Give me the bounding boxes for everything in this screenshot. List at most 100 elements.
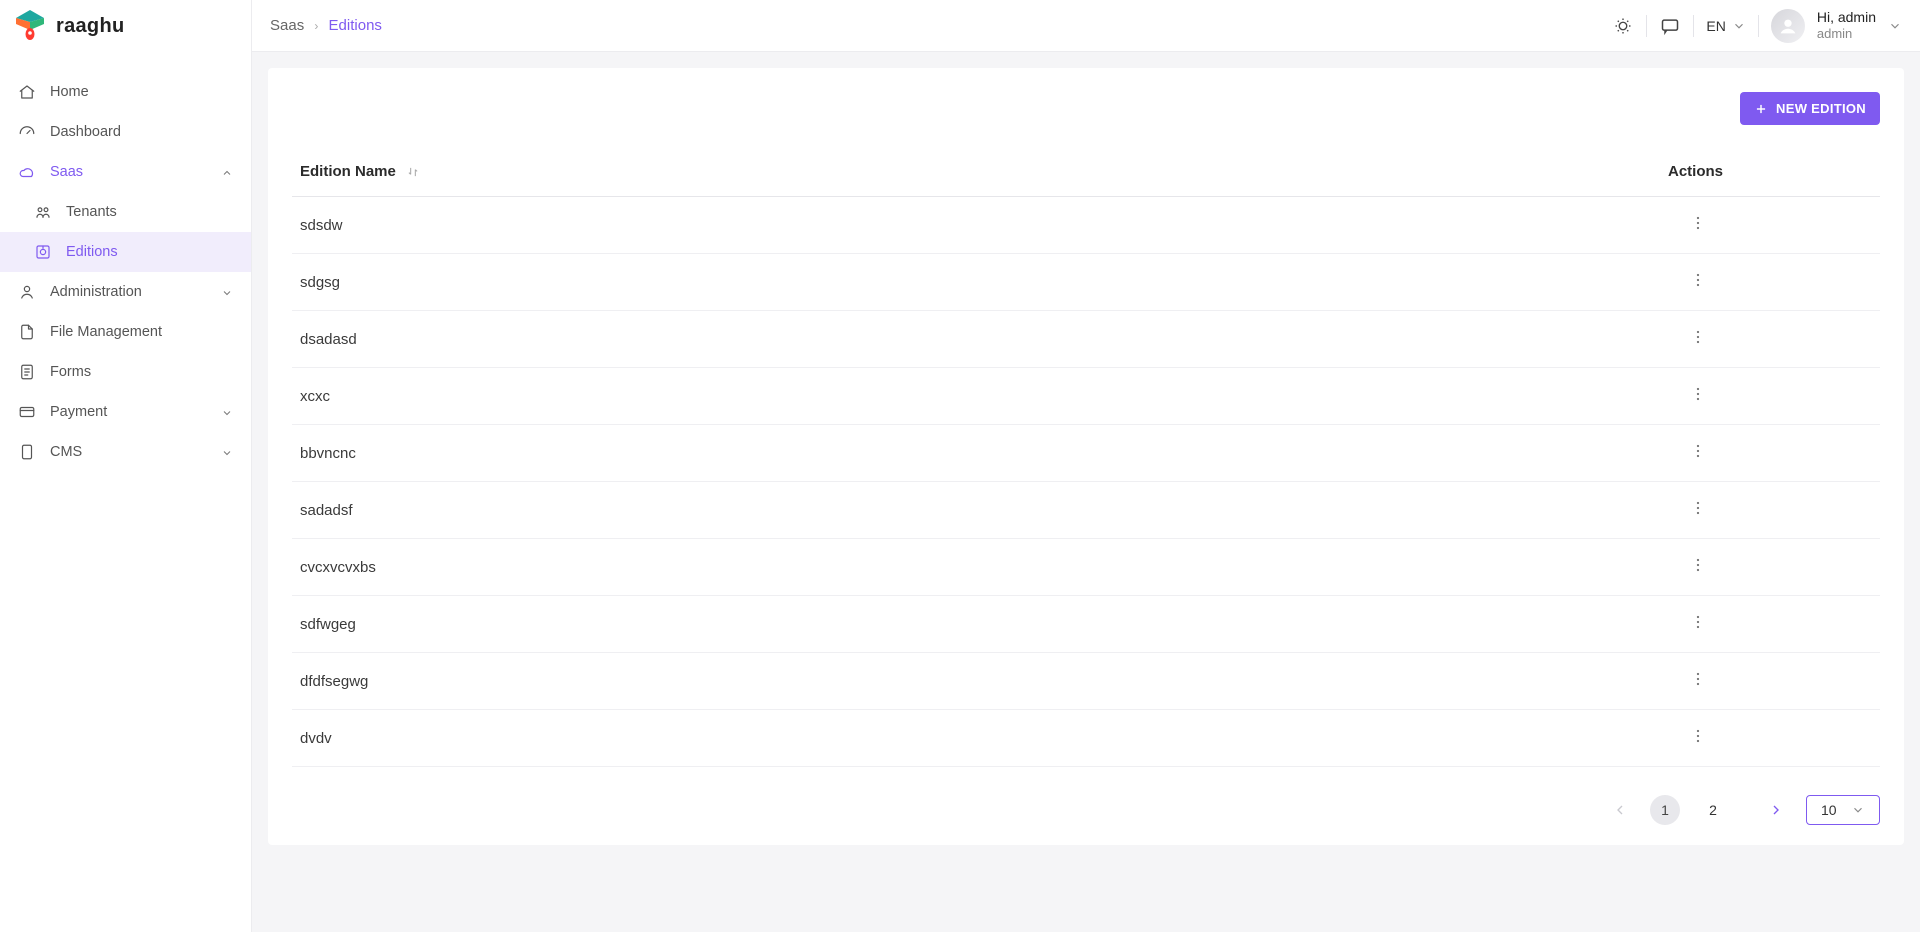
actions-cell <box>1660 425 1880 482</box>
sidebar-item-dashboard[interactable]: Dashboard <box>0 112 251 152</box>
app-name: raaghu <box>56 15 124 38</box>
column-header-name-label: Edition Name <box>300 163 396 180</box>
edition-name-cell: dvdv <box>292 710 1660 767</box>
greeting-top: Hi, admin <box>1817 9 1876 26</box>
file-icon <box>18 323 36 341</box>
chevron-down-icon <box>1732 19 1746 33</box>
page-number-2[interactable]: 2 <box>1698 795 1728 825</box>
pager-next-icon[interactable] <box>1768 802 1784 818</box>
card-icon <box>18 403 36 421</box>
sidebar-item-label: Dashboard <box>50 124 233 140</box>
actions-cell <box>1660 197 1880 254</box>
actions-cell <box>1660 254 1880 311</box>
language-label: EN <box>1706 18 1725 34</box>
sidebar-item-label: Tenants <box>66 204 233 220</box>
new-edition-button[interactable]: NEW EDITION <box>1740 92 1880 125</box>
table-row: sdsdw <box>292 197 1880 254</box>
table-row: sdfwgeg <box>292 596 1880 653</box>
sidebar: raaghu Home Dashboard Saas Tenants Editions A… <box>0 0 252 932</box>
user-menu-chevron-icon[interactable] <box>1888 19 1902 33</box>
cloud-icon <box>18 163 36 181</box>
sidebar-item-label: Editions <box>66 244 233 260</box>
edition-name-cell: cvcxvcvxbs <box>292 539 1660 596</box>
topbar-divider <box>1646 15 1647 37</box>
table-row: cvcxvcvxbs <box>292 539 1880 596</box>
sidebar-item-label: Forms <box>50 364 233 380</box>
table-row: xcxc <box>292 368 1880 425</box>
nav-list: Home Dashboard Saas Tenants Editions Administ… <box>0 52 251 492</box>
sidebar-item-tenants[interactable]: Tenants <box>0 192 251 232</box>
row-menu-icon[interactable] <box>1688 555 1708 575</box>
user-greeting[interactable]: Hi, admin admin <box>1817 9 1876 41</box>
table-row: dfdfsegwg <box>292 653 1880 710</box>
gauge-icon <box>18 123 36 141</box>
actions-cell <box>1660 482 1880 539</box>
edition-name-cell: dfdfsegwg <box>292 653 1660 710</box>
language-selector[interactable]: EN <box>1706 18 1745 34</box>
logo[interactable]: raaghu <box>0 0 251 52</box>
app-logo-icon <box>12 8 48 44</box>
editions-table: Edition Name Actions sdsdwsdgsgdsadasdxc… <box>292 153 1880 767</box>
edition-name-cell: sadadsf <box>292 482 1660 539</box>
row-menu-icon[interactable] <box>1688 327 1708 347</box>
sort-icon[interactable] <box>406 165 420 179</box>
forms-icon <box>18 363 36 381</box>
breadcrumb-separator-icon: › <box>314 19 318 33</box>
row-menu-icon[interactable] <box>1688 441 1708 461</box>
table-row: sadadsf <box>292 482 1880 539</box>
row-menu-icon[interactable] <box>1688 384 1708 404</box>
edition-name-cell: sdgsg <box>292 254 1660 311</box>
actions-cell <box>1660 311 1880 368</box>
column-header-actions: Actions <box>1660 153 1880 197</box>
column-header-name[interactable]: Edition Name <box>292 153 1660 197</box>
actions-cell <box>1660 596 1880 653</box>
sidebar-item-saas[interactable]: Saas <box>0 152 251 192</box>
edition-name-cell: xcxc <box>292 368 1660 425</box>
chevron-down-icon <box>221 406 233 418</box>
sidebar-item-label: Payment <box>50 404 207 420</box>
plus-icon <box>1754 102 1768 116</box>
avatar[interactable] <box>1771 9 1805 43</box>
chevron-up-icon <box>221 166 233 178</box>
edition-name-cell: sdfwgeg <box>292 596 1660 653</box>
greeting-sub: admin <box>1817 26 1876 42</box>
sidebar-item-forms[interactable]: Forms <box>0 352 251 392</box>
topbar-divider <box>1693 15 1694 37</box>
actions-cell <box>1660 653 1880 710</box>
row-menu-icon[interactable] <box>1688 270 1708 290</box>
row-menu-icon[interactable] <box>1688 498 1708 518</box>
row-menu-icon[interactable] <box>1688 612 1708 632</box>
row-menu-icon[interactable] <box>1688 213 1708 233</box>
home-icon <box>18 83 36 101</box>
edition-name-cell: dsadasd <box>292 311 1660 368</box>
page-size-selector[interactable]: 10 <box>1806 795 1880 825</box>
sidebar-item-label: CMS <box>50 444 207 460</box>
chat-icon[interactable] <box>1659 15 1681 37</box>
topbar-divider <box>1758 15 1759 37</box>
row-menu-icon[interactable] <box>1688 726 1708 746</box>
sidebar-item-administration[interactable]: Administration <box>0 272 251 312</box>
row-menu-icon[interactable] <box>1688 669 1708 689</box>
page-number-1[interactable]: 1 <box>1650 795 1680 825</box>
topbar: Saas › Editions EN Hi, admin admin <box>252 0 1920 52</box>
edition-name-cell: bbvncnc <box>292 425 1660 482</box>
main: NEW EDITION Edition Name Actions sdsdwsd… <box>252 0 1920 861</box>
sidebar-item-editions[interactable]: Editions <box>0 232 251 272</box>
sidebar-item-label: Home <box>50 84 233 100</box>
tenants-icon <box>34 203 52 221</box>
chevron-down-icon <box>221 286 233 298</box>
editions-icon <box>34 243 52 261</box>
sidebar-item-home[interactable]: Home <box>0 72 251 112</box>
chevron-down-icon <box>1851 803 1865 817</box>
actions-cell <box>1660 539 1880 596</box>
sidebar-item-label: Saas <box>50 164 207 180</box>
sidebar-item-payment[interactable]: Payment <box>0 392 251 432</box>
sidebar-item-file-management[interactable]: File Management <box>0 312 251 352</box>
breadcrumb-parent[interactable]: Saas <box>270 17 304 34</box>
edition-name-cell: sdsdw <box>292 197 1660 254</box>
sidebar-item-cms[interactable]: CMS <box>0 432 251 472</box>
table-row: bbvncnc <box>292 425 1880 482</box>
theme-toggle-icon[interactable] <box>1612 15 1634 37</box>
pagination: 12 10 <box>292 795 1880 825</box>
pager-prev-icon[interactable] <box>1612 802 1628 818</box>
